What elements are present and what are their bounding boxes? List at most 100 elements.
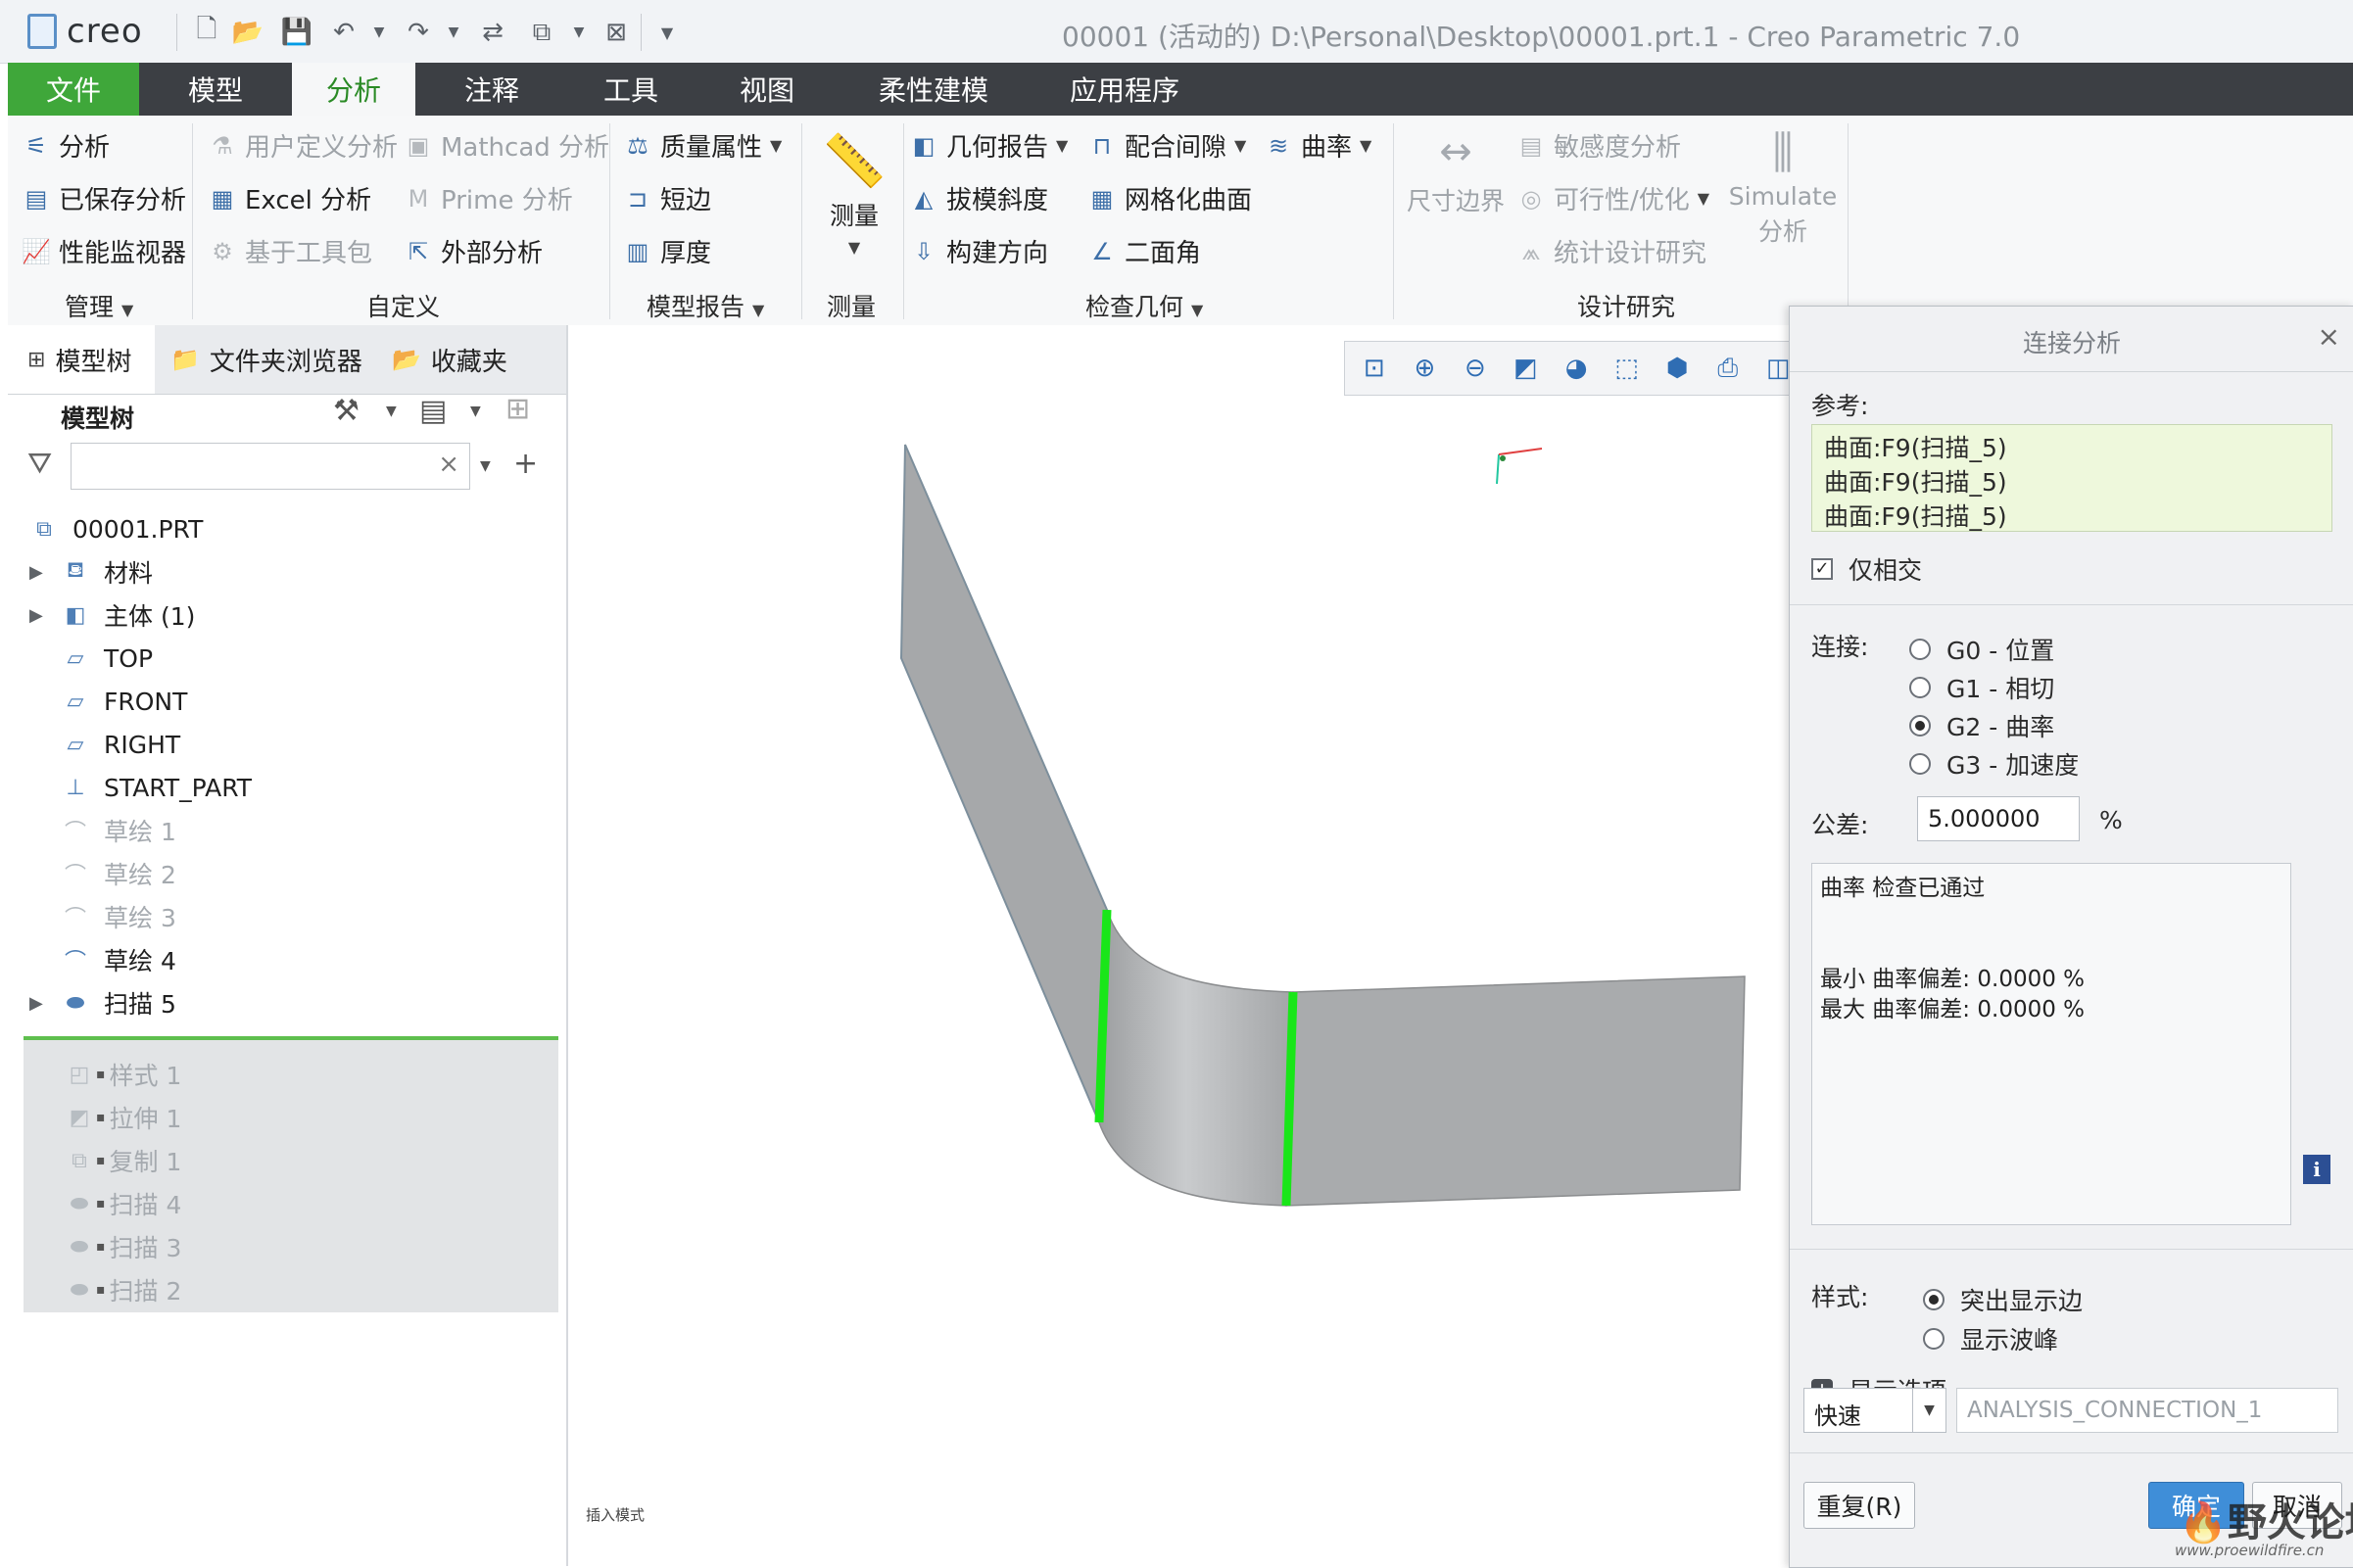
tab-analysis[interactable]: 分析 <box>292 63 415 116</box>
speed-select[interactable]: 快速 <box>1803 1388 1913 1433</box>
chevron-down-icon[interactable]: ▼ <box>1913 1388 1946 1433</box>
build-direction-button[interactable]: ⇩ 构建方向 <box>909 233 1048 269</box>
reference-item[interactable]: 曲面:F9(扫描_5) <box>1824 431 2320 465</box>
clearance-button[interactable]: ⊓ 配合间隙 ▼ <box>1087 127 1247 164</box>
style-highlight-edges-radio[interactable]: 突出显示边 <box>1923 1282 2083 1317</box>
undo-icon[interactable]: ↶ <box>329 18 359 47</box>
thickness-button[interactable]: ▥ 厚度 <box>623 233 711 269</box>
close-icon[interactable]: × <box>2318 320 2340 353</box>
connection-option-radio[interactable]: G1 - 相切 <box>1909 670 2054 705</box>
windows-dropdown-icon[interactable]: ▼ <box>564 18 594 47</box>
expand-arrow-icon[interactable]: ▶ <box>29 605 47 626</box>
suppressed-tree-item[interactable]: ⧉ ▪ 复制 1 <box>65 1140 181 1181</box>
group-inspect-geometry-label[interactable]: 检查几何 ▼ <box>1085 288 1203 323</box>
suppressed-tree-item[interactable]: ◩ ▪ 拉伸 1 <box>65 1097 182 1138</box>
save-icon[interactable]: 💾 <box>281 18 312 47</box>
reference-item[interactable]: 曲面:F9(扫描_5) <box>1824 465 2320 499</box>
feasibility-optimization-button[interactable]: ◎ 可行性/优化 ▼ <box>1516 180 1710 216</box>
clear-icon[interactable]: × <box>438 450 459 479</box>
expand-arrow-icon[interactable]: ▶ <box>29 562 47 583</box>
mathcad-analysis-button[interactable]: ▣ Mathcad 分析 <box>404 127 609 164</box>
group-manage-label[interactable]: 管理 ▼ <box>65 288 133 323</box>
tolerance-input[interactable]: 5.000000 <box>1917 796 2080 841</box>
tree-item[interactable]: ⌒ 草绘 4 <box>29 939 176 980</box>
measure-button[interactable]: 📏 测量 ▼ <box>813 131 895 278</box>
suppressed-tree-item[interactable]: ⬬ ▪ 扫描 4 <box>65 1183 182 1224</box>
style-show-peaks-radio[interactable]: 显示波峰 <box>1923 1321 2058 1356</box>
tree-item[interactable]: ⌒ 草绘 1 <box>29 810 176 851</box>
tab-favorites[interactable]: 📂 收藏夹 <box>392 325 549 394</box>
connection-option-radio[interactable]: G3 - 加速度 <box>1909 746 2079 782</box>
new-file-icon[interactable]: 🗋 <box>192 15 221 47</box>
dimension-boundary-button[interactable]: ↔ 尺寸边界 <box>1403 129 1509 257</box>
draft-button[interactable]: ◭ 拔模斜度 <box>909 180 1048 216</box>
redo-dropdown-icon[interactable]: ▼ <box>439 18 468 47</box>
tree-item[interactable]: ▱ FRONT <box>29 681 188 722</box>
toolkit-based-button[interactable]: ⚙ 基于工具包 <box>208 233 372 269</box>
curvature-button[interactable]: ≋ 曲率 ▼ <box>1264 127 1371 164</box>
prime-analysis-button[interactable]: M Prime 分析 <box>404 180 573 216</box>
connection-option-radio[interactable]: G2 - 曲率 <box>1909 708 2054 743</box>
suppressed-tree-item[interactable]: ⬬ ▪ 扫描 3 <box>65 1226 182 1267</box>
view-manager-icon[interactable]: ⬢ <box>1661 353 1693 384</box>
close-window-icon[interactable]: ⊠ <box>601 18 631 47</box>
tab-tools[interactable]: 工具 <box>568 63 694 116</box>
tree-item[interactable]: ▱ TOP <box>29 638 154 679</box>
open-file-icon[interactable]: 📂 <box>232 18 264 47</box>
analysis-name-field[interactable]: ANALYSIS_CONNECTION_1 <box>1956 1388 2338 1433</box>
only-intersect-checkbox[interactable]: ✓ 仅相交 <box>1811 551 1922 587</box>
customize-toolbar-icon[interactable]: ▼ <box>652 18 682 47</box>
short-edge-button[interactable]: ⊐ 短边 <box>623 180 711 216</box>
expand-arrow-icon[interactable]: ▶ <box>29 993 47 1014</box>
regenerate-icon[interactable]: ⇄ <box>478 18 507 47</box>
tab-view[interactable]: 视图 <box>694 63 840 116</box>
show-columns-icon[interactable]: ▤ <box>419 394 447 428</box>
simulate-analysis-button[interactable]: ⫼ Simulate 分析 <box>1722 125 1844 272</box>
info-icon[interactable]: i <box>2303 1155 2330 1184</box>
filter-icon[interactable]: ⛛ <box>27 447 52 481</box>
tab-applications[interactable]: 应用程序 <box>1027 63 1223 116</box>
tab-model-tree[interactable]: ⊞ 模型树 <box>8 325 155 394</box>
suppressed-tree-item[interactable]: ⬬ ▪ 扫描 2 <box>65 1269 182 1310</box>
external-analysis-button[interactable]: ⇱ 外部分析 <box>404 233 543 269</box>
tree-search-input[interactable]: × <box>71 443 470 490</box>
chevron-down-icon[interactable]: ▼ <box>386 404 397 419</box>
repeat-button[interactable]: 重复(R) <box>1803 1482 1915 1529</box>
tree-item[interactable]: ▶ ⛾ 材料 <box>29 551 153 593</box>
display-style-icon[interactable]: ◕ <box>1561 353 1592 384</box>
tree-item[interactable]: ▱ RIGHT <box>29 724 181 765</box>
refit-icon[interactable]: ⊡ <box>1359 353 1390 384</box>
statistical-design-button[interactable]: ⩕ 统计设计研究 <box>1516 233 1706 269</box>
dihedral-angle-button[interactable]: ∠ 二面角 <box>1087 233 1201 269</box>
tab-flexible-modeling[interactable]: 柔性建模 <box>840 63 1027 116</box>
zoom-out-icon[interactable]: ⊖ <box>1460 353 1491 384</box>
performance-monitor-button[interactable]: 📈 性能监视器 <box>22 233 186 269</box>
zoom-in-icon[interactable]: ⊕ <box>1410 353 1441 384</box>
geometry-report-button[interactable]: ◧ 几何报告 ▼ <box>909 127 1069 164</box>
tree-item[interactable]: ⌒ 草绘 2 <box>29 853 176 894</box>
add-icon[interactable]: + <box>513 447 538 481</box>
tab-file[interactable]: 文件 <box>8 63 139 116</box>
chevron-down-icon[interactable]: ▼ <box>480 458 491 474</box>
analysis-button[interactable]: ⚟ 分析 <box>22 127 110 164</box>
saved-analysis-button[interactable]: ▤ 已保存分析 <box>22 180 186 216</box>
group-model-report-label[interactable]: 模型报告 ▼ <box>647 288 764 323</box>
perspective-view-icon[interactable]: ⎙ <box>1712 353 1744 384</box>
connection-option-radio[interactable]: G0 - 位置 <box>1909 632 2054 667</box>
chevron-down-icon[interactable]: ▼ <box>470 404 481 419</box>
saved-orientations-icon[interactable]: ⬚ <box>1611 353 1643 384</box>
tree-filter-settings-icon[interactable]: ⊞ <box>505 392 530 426</box>
tree-item[interactable]: ▶ ⬬ 扫描 5 <box>29 982 176 1023</box>
undo-dropdown-icon[interactable]: ▼ <box>364 18 394 47</box>
tree-item[interactable]: ⊥ START_PART <box>29 767 252 808</box>
reference-item[interactable]: 曲面:F9(扫描_5) <box>1824 499 2320 534</box>
mesh-surface-button[interactable]: ▦ 网格化曲面 <box>1087 180 1252 216</box>
tree-item[interactable]: ▶ ◧ 主体 (1) <box>29 594 195 636</box>
tree-item[interactable]: ⧉ 00001.PRT <box>29 508 203 549</box>
reference-list[interactable]: 曲面:F9(扫描_5) 曲面:F9(扫描_5) 曲面:F9(扫描_5) <box>1811 424 2332 532</box>
sensitivity-analysis-button[interactable]: ▤ 敏感度分析 <box>1516 127 1681 164</box>
tab-model[interactable]: 模型 <box>139 63 292 116</box>
redo-icon[interactable]: ↷ <box>404 18 433 47</box>
tree-item[interactable]: ⌒ 草绘 3 <box>29 896 176 937</box>
repaint-icon[interactable]: ◩ <box>1511 353 1542 384</box>
